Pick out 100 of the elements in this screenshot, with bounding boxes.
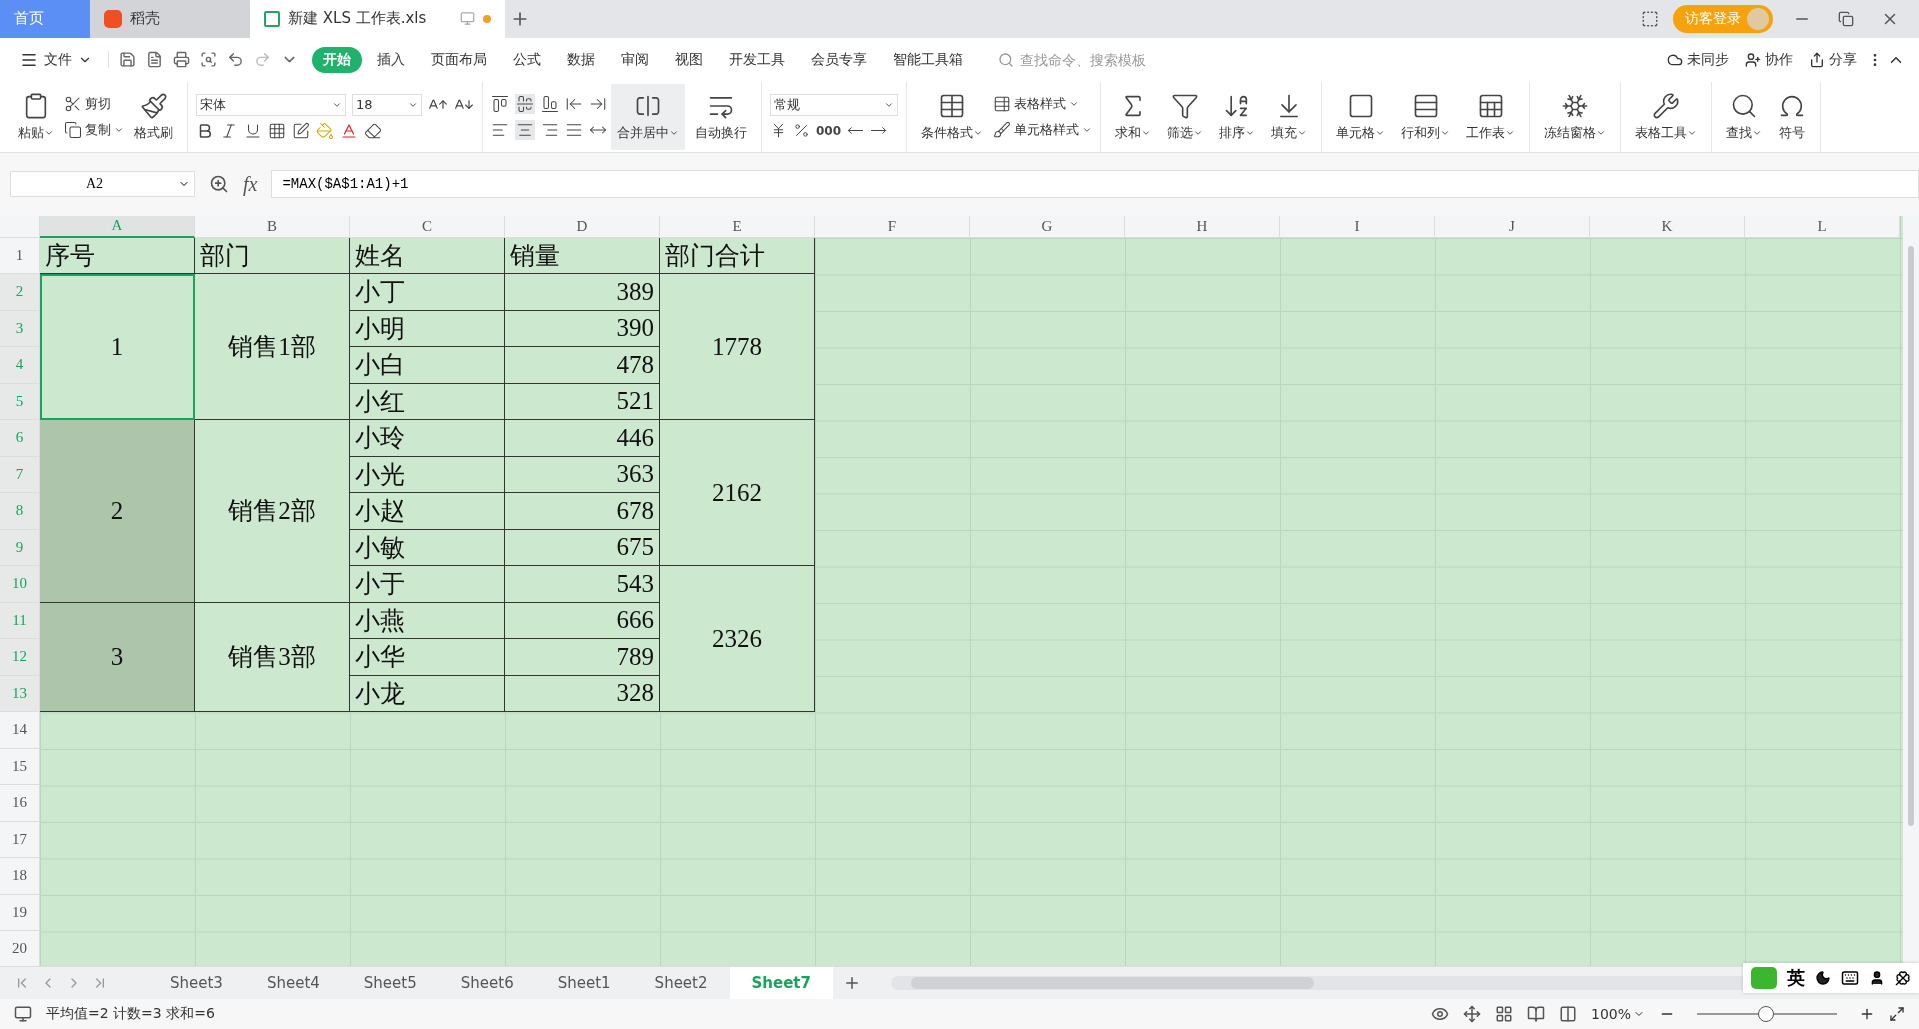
- ribbon-button[interactable]: 剪切: [64, 94, 124, 113]
- column-header[interactable]: K: [1590, 215, 1745, 238]
- table-cell: 小红: [350, 383, 505, 421]
- row-header[interactable]: 14: [0, 712, 40, 749]
- ribbon-button[interactable]: 行和列: [1395, 83, 1456, 150]
- window-tab[interactable]: 稻壳: [90, 0, 250, 38]
- normal-view-icon[interactable]: [1494, 1005, 1513, 1023]
- border-icon[interactable]: [268, 121, 286, 140]
- row-header[interactable]: 19: [0, 894, 40, 932]
- name-box[interactable]: A2: [10, 171, 195, 198]
- ribbon-tab[interactable]: 开发工具: [718, 46, 796, 73]
- insert-function-button[interactable]: fx: [243, 172, 258, 196]
- ribbon-button[interactable]: 合并居中: [611, 83, 685, 150]
- column-header[interactable]: C: [350, 215, 505, 238]
- ribbon-button[interactable]: 符号: [1772, 83, 1812, 150]
- ribbon-button[interactable]: 筛选: [1161, 83, 1209, 150]
- sheet-tab[interactable]: Sheet3: [148, 967, 245, 1000]
- ribbon-button[interactable]: 排序: [1213, 83, 1261, 150]
- page-break-icon[interactable]: [1558, 1005, 1577, 1023]
- italic-icon[interactable]: [220, 121, 238, 140]
- page-view-icon[interactable]: [1526, 1005, 1545, 1023]
- save-icon[interactable]: [119, 51, 136, 69]
- ribbon-tab[interactable]: 数据: [556, 46, 606, 73]
- moon-icon[interactable]: [1815, 970, 1831, 986]
- column-header[interactable]: E: [660, 215, 815, 238]
- column-header[interactable]: G: [970, 215, 1125, 238]
- input-mode-toggle[interactable]: 英: [1787, 966, 1805, 990]
- ribbon-tab[interactable]: 智能工具箱: [882, 46, 974, 73]
- sheet-tab[interactable]: Sheet4: [244, 967, 342, 1000]
- ribbon-button[interactable]: 求和: [1109, 83, 1157, 150]
- ribbon-tab[interactable]: 插入: [366, 46, 416, 73]
- window-count-icon[interactable]: [1641, 9, 1659, 28]
- clover-icon[interactable]: [1895, 970, 1911, 986]
- toolbar-action[interactable]: 协作: [1739, 50, 1799, 69]
- ribbon-button[interactable]: 粘贴: [12, 83, 60, 150]
- sheet-tab[interactable]: Sheet6: [438, 967, 536, 1000]
- print-icon[interactable]: [173, 51, 190, 69]
- preview-icon[interactable]: [200, 51, 217, 69]
- font-size-select[interactable]: 18: [352, 93, 422, 116]
- ribbon-button[interactable]: 填充: [1265, 83, 1313, 150]
- toolbar-action[interactable]: 分享: [1803, 50, 1863, 69]
- ribbon-button[interactable]: 查找: [1720, 83, 1768, 150]
- ribbon-button[interactable]: 条件格式: [915, 83, 989, 150]
- underline-icon[interactable]: [244, 121, 262, 140]
- ribbon-button[interactable]: 复制: [64, 120, 124, 139]
- align-top-icon[interactable]: [491, 94, 509, 113]
- toolbar-action[interactable]: 未同步: [1661, 50, 1735, 69]
- row-header[interactable]: 1: [0, 237, 40, 275]
- align-middle-icon[interactable]: [516, 94, 534, 113]
- ribbon-button[interactable]: 单元格: [1330, 83, 1391, 150]
- column-header[interactable]: B: [195, 215, 350, 238]
- ribbon-button[interactable]: 单元格样式: [993, 120, 1092, 139]
- zoom-select[interactable]: 100%: [1590, 1006, 1645, 1022]
- user-plus-icon: [1745, 51, 1761, 68]
- undo-icon[interactable]: [227, 51, 244, 69]
- eraser-icon[interactable]: [364, 121, 382, 140]
- zoom-icon[interactable]: [209, 174, 229, 195]
- slider-thumb[interactable]: [1757, 1006, 1774, 1022]
- keyboard-icon[interactable]: [1841, 969, 1859, 987]
- ribbon-button[interactable]: 冻结窗格: [1538, 83, 1612, 150]
- ribbon-tab[interactable]: 视图: [664, 46, 714, 73]
- column-header[interactable]: H: [1125, 215, 1280, 238]
- column-header[interactable]: L: [1745, 215, 1900, 238]
- sheet-tab[interactable]: Sheet5: [341, 967, 439, 1000]
- document-icon[interactable]: [146, 51, 163, 69]
- row-header[interactable]: 18: [0, 858, 40, 895]
- window-tab[interactable]: 新建 XLS 工作表.xls: [250, 0, 505, 38]
- pen-square-icon[interactable]: [292, 121, 310, 140]
- ribbon-tab[interactable]: 公式: [502, 46, 552, 73]
- row-header[interactable]: 20: [0, 931, 40, 967]
- number-format-select[interactable]: 常规: [770, 94, 898, 117]
- user-icon[interactable]: [1869, 970, 1885, 986]
- ribbon-button[interactable]: 自动换行: [689, 83, 753, 150]
- sheet-tab[interactable]: Sheet2: [632, 967, 730, 1000]
- ribbon-tab[interactable]: 审阅: [610, 46, 660, 73]
- ribbon-button[interactable]: 格式刷: [128, 83, 179, 150]
- formula-field[interactable]: =MAX($A$1:A1)+1: [271, 170, 1919, 199]
- font-select[interactable]: 宋体: [196, 93, 346, 116]
- ribbon-button[interactable]: 表格工具: [1629, 83, 1703, 150]
- row-header[interactable]: 15: [0, 748, 40, 786]
- row-header[interactable]: 16: [0, 785, 40, 822]
- ribbon-tab[interactable]: 页面布局: [420, 46, 498, 73]
- sheet-tab[interactable]: Sheet1: [535, 967, 633, 1000]
- restore-icon[interactable]: [1838, 10, 1854, 27]
- align-bottom-icon[interactable]: [541, 94, 559, 113]
- file-menu[interactable]: 文件: [14, 50, 98, 69]
- column-header[interactable]: J: [1435, 215, 1590, 238]
- eye-icon[interactable]: [1430, 1005, 1449, 1023]
- column-header[interactable]: F: [815, 215, 970, 238]
- ribbon-tab[interactable]: 会员专享: [800, 46, 878, 73]
- column-header[interactable]: I: [1280, 215, 1435, 238]
- percent-icon[interactable]: [793, 122, 810, 140]
- table-cell: 675: [505, 529, 660, 567]
- zoom-in-icon[interactable]: [1859, 1006, 1875, 1022]
- row-header[interactable]: 17: [0, 821, 40, 859]
- column-header[interactable]: D: [505, 215, 660, 238]
- ribbon-button[interactable]: 工作表: [1460, 83, 1521, 150]
- fullscreen-icon[interactable]: [1889, 1006, 1905, 1022]
- ribbon-button[interactable]: 表格样式: [993, 94, 1092, 113]
- thousands-separator-button[interactable]: 000: [816, 123, 842, 138]
